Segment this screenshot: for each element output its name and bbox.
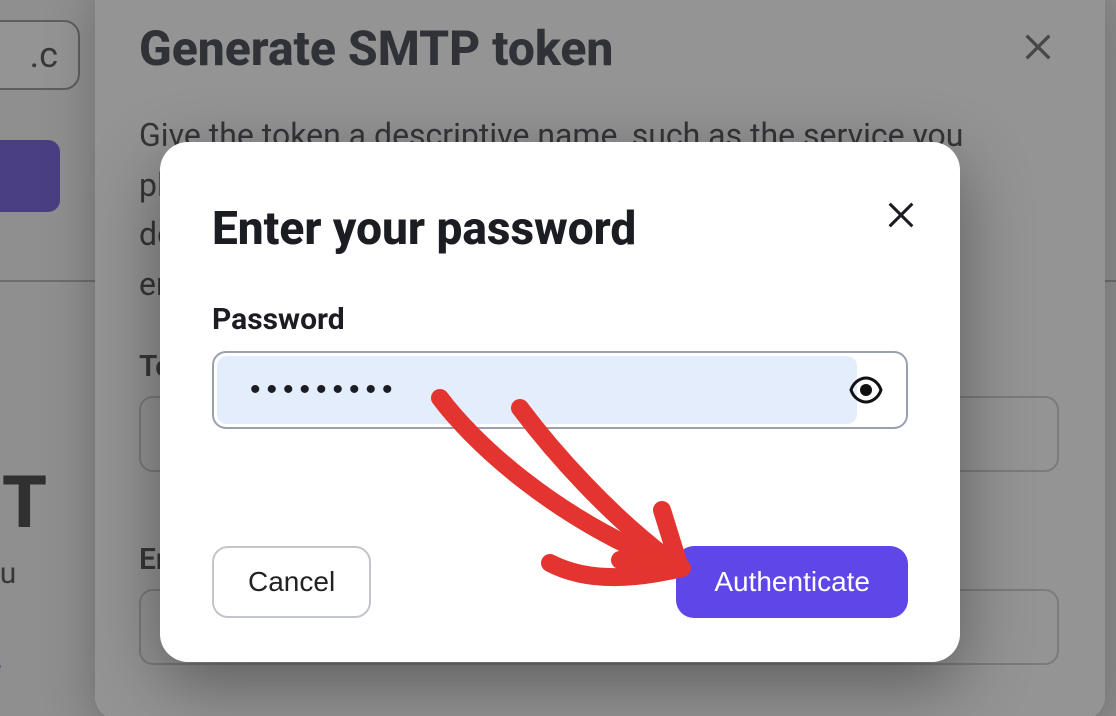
password-modal-title: Enter your password <box>212 202 908 256</box>
eye-icon <box>848 372 884 408</box>
password-input[interactable] <box>214 353 854 427</box>
password-field-wrap <box>212 351 908 429</box>
enter-password-modal: Enter your password Password Cancel Auth… <box>160 142 960 662</box>
password-label: Password <box>212 302 908 337</box>
cancel-button[interactable]: Cancel <box>212 546 371 618</box>
close-icon <box>884 198 918 232</box>
authenticate-button[interactable]: Authenticate <box>676 546 908 618</box>
toggle-password-visibility-button[interactable] <box>848 372 884 408</box>
close-button[interactable] <box>884 198 918 236</box>
